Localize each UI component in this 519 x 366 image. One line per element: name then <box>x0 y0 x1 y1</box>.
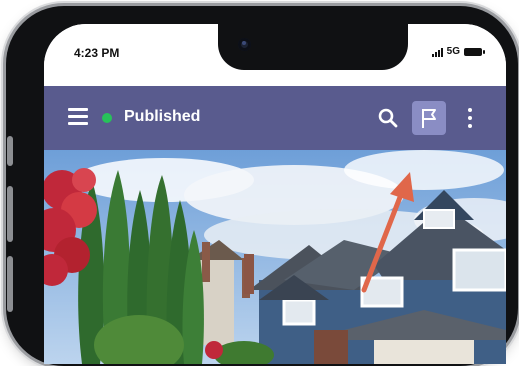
publish-status-label: Published <box>124 108 201 125</box>
status-dot <box>102 113 112 123</box>
signal-icon <box>431 47 443 57</box>
flag-button[interactable] <box>412 101 446 135</box>
battery-icon <box>464 47 485 56</box>
network-type: 5G <box>446 46 460 57</box>
app-bar: Published <box>44 86 506 150</box>
more-vertical-icon[interactable] <box>460 106 480 130</box>
search-icon[interactable] <box>376 106 400 130</box>
side-button <box>7 256 13 312</box>
phone-screen: 4:23 PM 5G Published <box>44 24 506 364</box>
status-time: 4:23 PM <box>74 46 120 60</box>
hamburger-menu-icon[interactable] <box>68 108 88 126</box>
flag-icon <box>422 109 436 128</box>
camera-icon <box>238 38 251 51</box>
camera-notch <box>218 24 408 70</box>
side-button <box>7 136 13 166</box>
hero-house-image <box>44 150 506 364</box>
side-button <box>7 186 13 242</box>
phone-frame: 4:23 PM 5G Published <box>6 6 518 366</box>
status-indicators: 5G <box>431 46 485 57</box>
